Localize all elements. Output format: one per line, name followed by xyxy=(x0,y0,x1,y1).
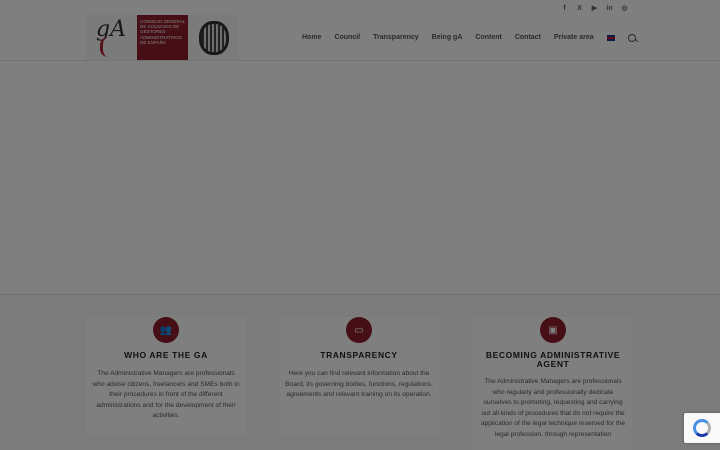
recaptcha-badge[interactable] xyxy=(684,413,720,443)
modal-backdrop-overlay[interactable] xyxy=(0,0,720,450)
recaptcha-icon xyxy=(693,419,711,437)
